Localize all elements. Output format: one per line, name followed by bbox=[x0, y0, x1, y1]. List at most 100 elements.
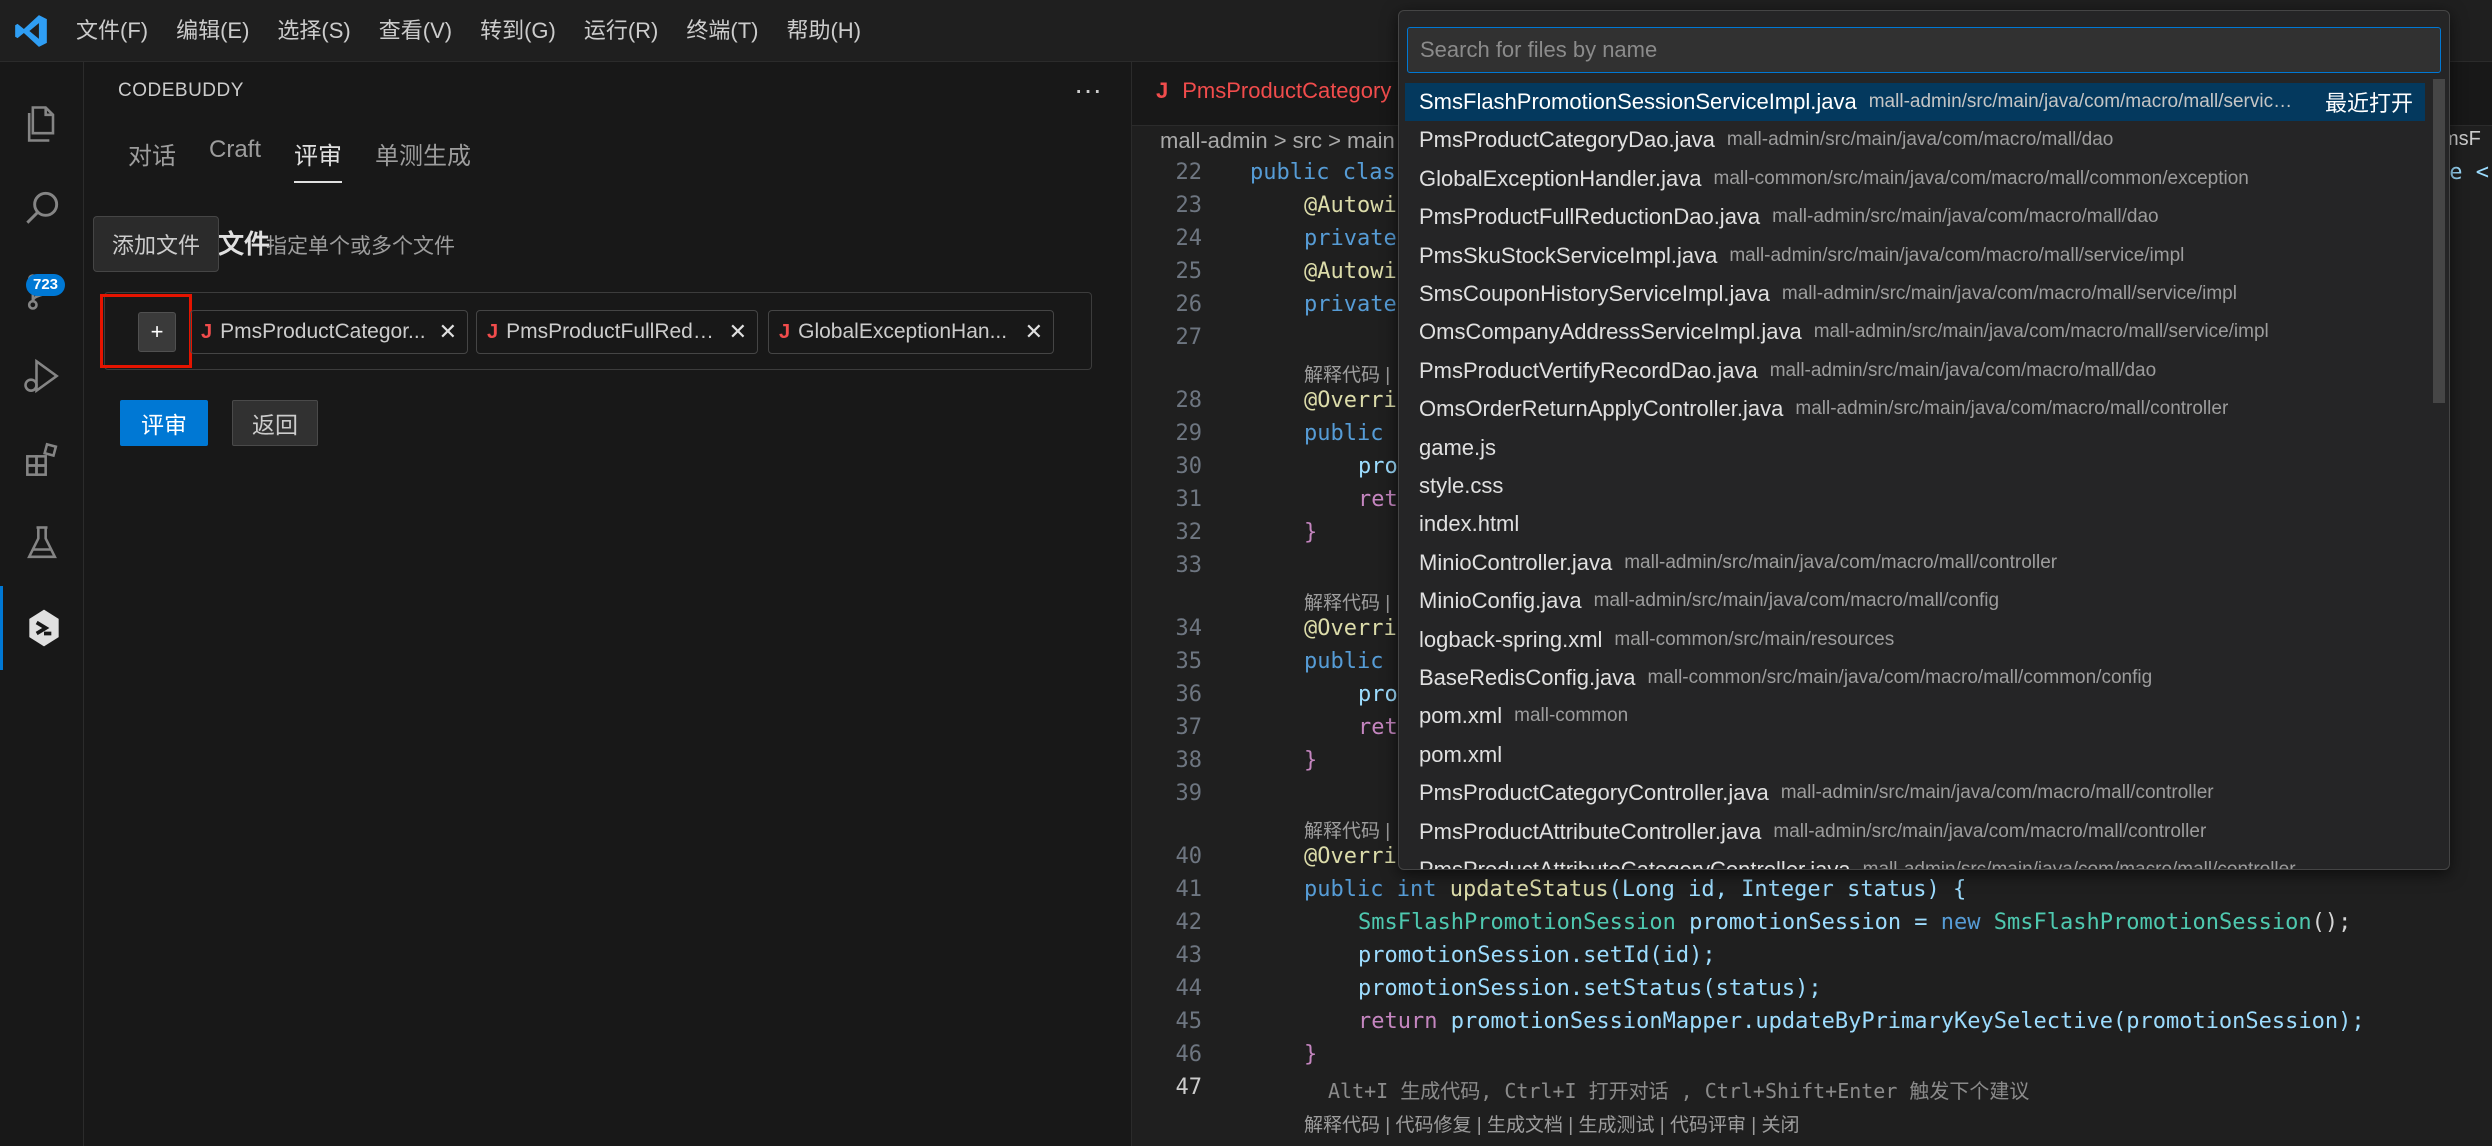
file-result-item[interactable]: PmsProductCategoryController.java mall-ad… bbox=[1405, 774, 2425, 812]
file-name: OmsCompanyAddressServiceImpl.java bbox=[1419, 319, 1802, 345]
line-number: 22 bbox=[1175, 160, 1203, 185]
code-text: } bbox=[1304, 520, 1318, 545]
code-line: 47 Alt+I 生成代码, Ctrl+I 打开对话 , Ctrl+Shift+E… bbox=[1132, 1075, 2492, 1108]
code-text: SmsFlashPromotionSession bbox=[1993, 910, 2312, 935]
file-name: logback-spring.xml bbox=[1419, 626, 1603, 652]
file-result-item[interactable]: game.js bbox=[1405, 429, 2425, 467]
file-result-item[interactable]: BaseRedisConfig.java mall-common/src/main… bbox=[1405, 659, 2425, 697]
quick-open-panel: Search for files by name SmsFlashPromoti… bbox=[1398, 10, 2450, 870]
extensions-icon[interactable] bbox=[0, 418, 84, 502]
line-number: 41 bbox=[1175, 877, 1203, 902]
file-path: mall-admin/src/main/java/com/macro/mall/… bbox=[1726, 129, 2114, 151]
code-lens[interactable]: 解释代码 | bbox=[1304, 360, 1390, 387]
menu-file[interactable]: 文件(F) bbox=[62, 0, 162, 62]
file-name: MinioController.java bbox=[1419, 549, 1613, 575]
code-line: 41 public int updateStatus(Long id, Integ… bbox=[1132, 877, 2492, 910]
menu-selection[interactable]: 选择(S) bbox=[263, 0, 364, 62]
java-file-icon: J bbox=[201, 320, 213, 343]
file-result-item[interactable]: style.css bbox=[1405, 467, 2425, 505]
file-path: mall-common/src/main/resources bbox=[1614, 628, 1895, 650]
file-result-item[interactable]: MinioConfig.java mall-admin/src/main/java… bbox=[1405, 582, 2425, 620]
file-path: mall-common bbox=[1514, 705, 1629, 727]
file-chip-label: PmsProductFullRedu... bbox=[506, 320, 719, 343]
line-number: 45 bbox=[1175, 1009, 1203, 1034]
file-name: PmsProductCategoryController.java bbox=[1419, 780, 1769, 806]
back-button[interactable]: 返回 bbox=[232, 400, 318, 446]
files-section-title: 文件 bbox=[218, 229, 271, 259]
line-number: 43 bbox=[1175, 943, 1203, 968]
code-text: public bbox=[1304, 421, 1384, 446]
line-number: 36 bbox=[1175, 682, 1203, 707]
file-result-item[interactable]: PmsProductAttributeController.java mall-a… bbox=[1405, 813, 2425, 851]
file-result-item[interactable]: SmsFlashPromotionSessionServiceImpl.java… bbox=[1405, 83, 2425, 121]
file-result-item[interactable]: logback-spring.xml mall-common/src/main/r… bbox=[1405, 621, 2425, 659]
file-result-item[interactable]: OmsCompanyAddressServiceImpl.java mall-ad… bbox=[1405, 313, 2425, 351]
remove-file-icon[interactable]: ✕ bbox=[439, 319, 457, 345]
file-name: PmsProductAttributeCategoryController.ja… bbox=[1419, 857, 1851, 870]
file-name: GlobalExceptionHandler.java bbox=[1419, 165, 1702, 191]
code-text: updateStatus bbox=[1449, 877, 1609, 902]
scrollbar-thumb[interactable] bbox=[2433, 79, 2445, 403]
file-result-item[interactable]: PmsProductCategoryDao.java mall-admin/src… bbox=[1405, 121, 2425, 159]
file-path: mall-admin/src/main/java/com/macro/mall/… bbox=[1729, 244, 2185, 266]
code-lens-actions[interactable]: 解释代码 | 代码修复 | 生成文档 | 生成测试 | 代码评审 | 关闭 bbox=[1304, 1110, 1799, 1137]
menu-terminal[interactable]: 终端(T) bbox=[672, 0, 772, 62]
line-number: 25 bbox=[1175, 259, 1203, 284]
menu-edit[interactable]: 编辑(E) bbox=[162, 0, 263, 62]
line-number: 37 bbox=[1175, 715, 1203, 740]
panel-tabs: 对话 Craft 评审 单测生成 bbox=[128, 136, 504, 183]
tab-review[interactable]: 评审 bbox=[294, 136, 343, 183]
file-name: PmsProductCategoryDao.java bbox=[1419, 127, 1715, 153]
file-result-item[interactable]: PmsProductFullReductionDao.java mall-admi… bbox=[1405, 198, 2425, 236]
code-text: } bbox=[1304, 748, 1318, 773]
menu-go[interactable]: 转到(G) bbox=[466, 0, 570, 62]
codebuddy-icon[interactable] bbox=[0, 586, 84, 670]
file-search-input[interactable]: Search for files by name bbox=[1407, 27, 2441, 73]
file-result-item[interactable]: PmsSkuStockServiceImpl.java mall-admin/sr… bbox=[1405, 237, 2425, 275]
tab-unit-test[interactable]: 单测生成 bbox=[375, 136, 471, 183]
line-number: 34 bbox=[1175, 616, 1203, 641]
file-path: mall-admin/src/main/java/com/macro/mall/… bbox=[1868, 91, 2301, 112]
line-number: 27 bbox=[1175, 325, 1203, 350]
tab-chat[interactable]: 对话 bbox=[128, 136, 176, 183]
breadcrumb[interactable]: mall-admin > src > main bbox=[1160, 128, 1395, 154]
file-path: mall-admin/src/main/java/com/macro/mall/… bbox=[1624, 551, 2058, 573]
file-result-item[interactable]: index.html bbox=[1405, 505, 2425, 543]
explorer-icon[interactable] bbox=[0, 82, 84, 166]
file-result-item[interactable]: GlobalExceptionHandler.java mall-common/s… bbox=[1405, 160, 2425, 198]
run-debug-icon[interactable] bbox=[0, 334, 84, 418]
more-actions-icon[interactable]: ··· bbox=[1074, 74, 1102, 106]
testing-icon[interactable] bbox=[0, 502, 84, 586]
file-result-item[interactable]: pom.xml bbox=[1405, 736, 2425, 774]
search-icon[interactable] bbox=[0, 166, 84, 250]
code-line: 42 SmsFlashPromotionSession promotionSess… bbox=[1132, 910, 2492, 943]
code-text: ret bbox=[1358, 715, 1398, 740]
menu-run[interactable]: 运行(R) bbox=[570, 0, 673, 62]
file-result-item[interactable]: pom.xml mall-common bbox=[1405, 697, 2425, 735]
panel-title: CODEBUDDY bbox=[118, 80, 244, 101]
tab-craft[interactable]: Craft bbox=[209, 136, 261, 183]
code-text: private bbox=[1304, 292, 1397, 317]
file-result-item[interactable]: MinioController.java mall-admin/src/main/… bbox=[1405, 544, 2425, 582]
remove-file-icon[interactable]: ✕ bbox=[1025, 319, 1043, 345]
code-lens[interactable]: 解释代码 | bbox=[1304, 816, 1390, 843]
menu-help[interactable]: 帮助(H) bbox=[772, 0, 875, 62]
file-result-item[interactable]: PmsProductVertifyRecordDao.java mall-admi… bbox=[1405, 352, 2425, 390]
file-result-item[interactable]: PmsProductAttributeCategoryController.ja… bbox=[1405, 851, 2425, 870]
line-number: 29 bbox=[1175, 421, 1203, 446]
file-path: mall-admin/src/main/java/com/macro/mall/… bbox=[1772, 206, 2159, 228]
menu-view[interactable]: 查看(V) bbox=[365, 0, 466, 62]
review-button[interactable]: 评审 bbox=[120, 400, 208, 446]
file-result-item[interactable]: SmsCouponHistoryServiceImpl.java mall-adm… bbox=[1405, 275, 2425, 313]
add-file-button[interactable]: + bbox=[138, 312, 176, 352]
file-path: mall-admin/src/main/java/com/macro/mall/… bbox=[1795, 398, 2229, 420]
remove-file-icon[interactable]: ✕ bbox=[729, 319, 747, 345]
file-result-item[interactable]: OmsOrderReturnApplyController.java mall-a… bbox=[1405, 390, 2425, 428]
java-file-icon: J bbox=[779, 320, 791, 343]
editor-tab[interactable]: J PmsProductCategory bbox=[1156, 78, 1391, 104]
code-text: ret bbox=[1358, 487, 1398, 512]
file-name: pom.xml bbox=[1419, 741, 1503, 767]
line-number: 42 bbox=[1175, 910, 1203, 935]
code-lens[interactable]: 解释代码 | bbox=[1304, 588, 1390, 615]
file-path: mall-admin/src/main/java/com/macro/mall/… bbox=[1862, 859, 2296, 870]
